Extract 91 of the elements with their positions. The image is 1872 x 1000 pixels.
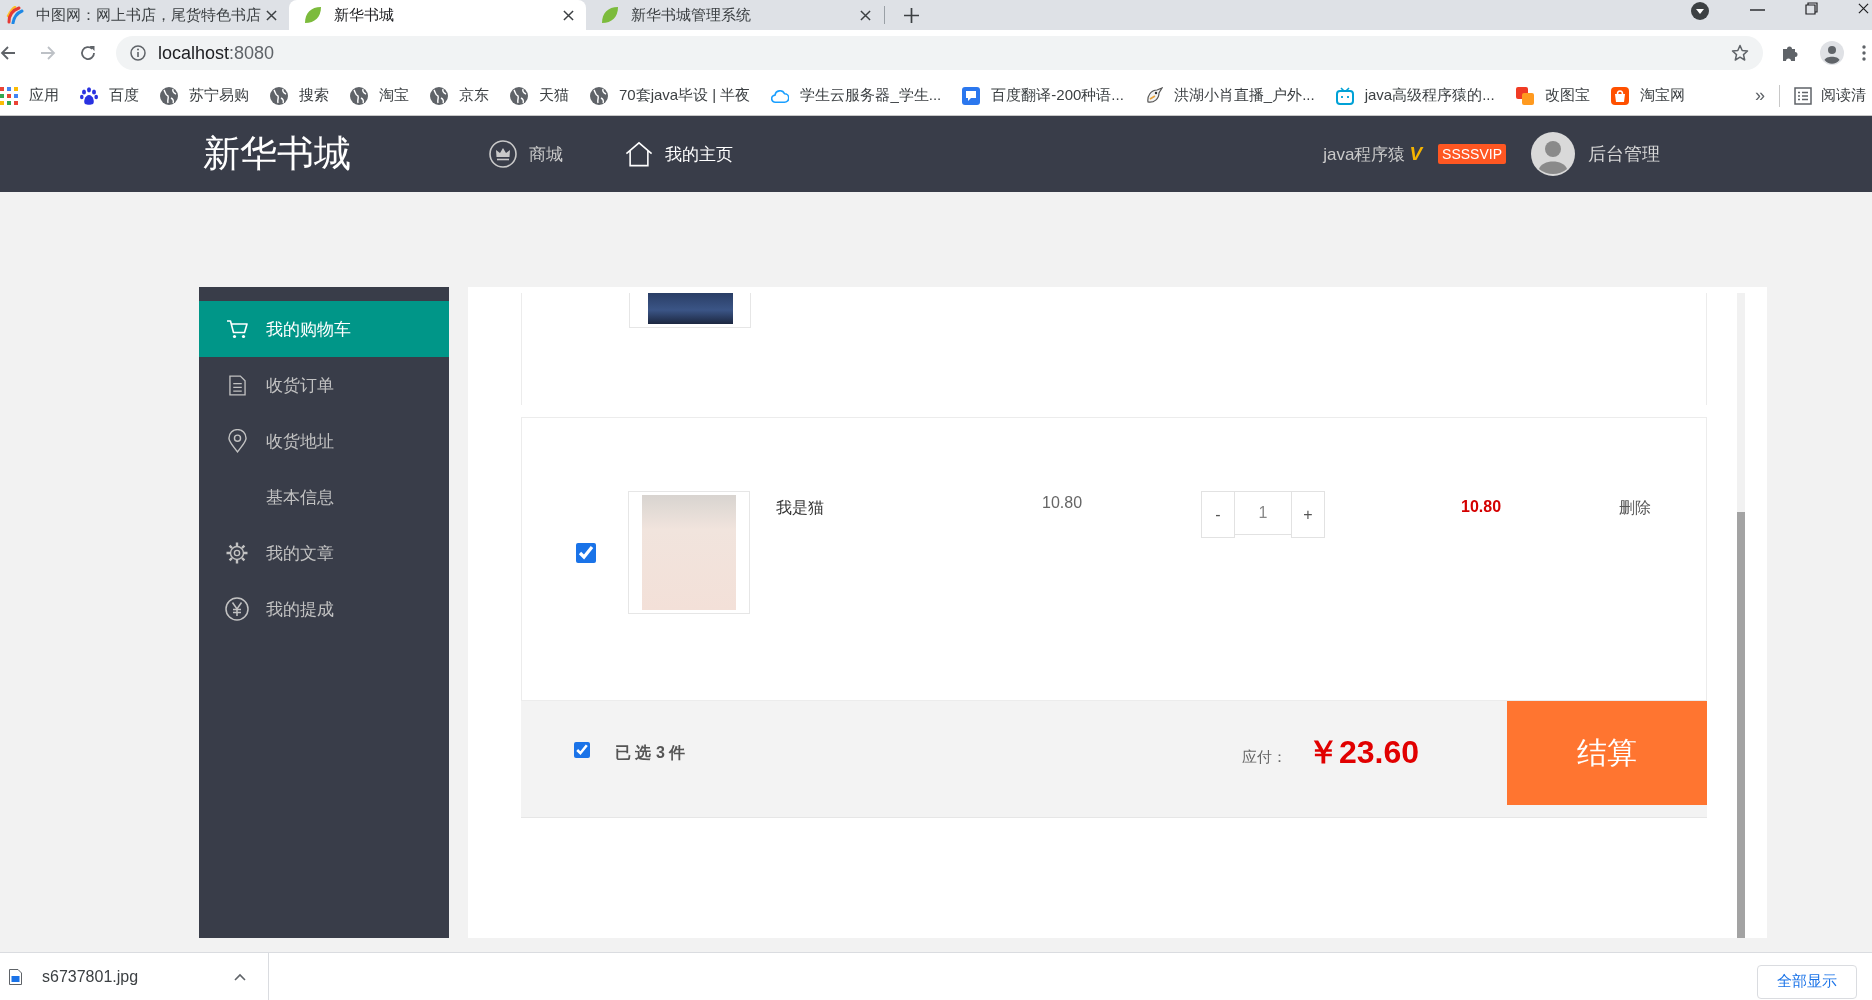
home-icon	[625, 140, 653, 168]
puzzle-icon[interactable]	[1782, 44, 1800, 62]
unit-price: 10.80	[1042, 493, 1084, 512]
sidebar-item[interactable]: 收货订单	[199, 357, 449, 413]
star-icon[interactable]	[1731, 44, 1749, 62]
product-title[interactable]: 我是猫	[776, 491, 1042, 519]
item-subtotal: 10.80	[1461, 497, 1503, 516]
apps-grid-icon	[0, 86, 18, 105]
leaf-icon	[601, 6, 619, 24]
browser-tab[interactable]: 新华书城管理系统	[586, 0, 883, 30]
delete-link[interactable]: 删除	[1619, 491, 1651, 519]
bookmark[interactable]: 苏宁易购	[160, 86, 249, 105]
nav-link[interactable]: 我的主页	[625, 140, 733, 168]
amount-due-label: 应付：	[1241, 746, 1287, 767]
bookmark[interactable]: 学生云服务器_学生...	[771, 86, 942, 105]
bookmark[interactable]: 应用	[0, 86, 59, 105]
browser-tab[interactable]: 新华书城	[289, 0, 586, 30]
selected-count: 已 选 3 件	[615, 742, 686, 763]
crown-icon	[489, 140, 517, 168]
document-icon	[228, 374, 246, 396]
vip-badge: SSSSVIP	[1438, 144, 1506, 164]
globe-icon	[350, 86, 368, 105]
swirl-logo-icon	[6, 6, 24, 24]
squares-icon	[1515, 86, 1534, 105]
address-bar[interactable]: localhost:8080	[116, 36, 1763, 70]
quantity-field[interactable]: 1	[1235, 491, 1291, 535]
cart-icon	[226, 319, 248, 339]
download-filename[interactable]: s6737801.jpg	[42, 967, 139, 986]
browser-tab[interactable]: 中图网：网上书店，尾货特色书店	[0, 0, 289, 30]
globe-icon	[160, 86, 178, 105]
profile-icon[interactable]	[1820, 41, 1844, 65]
sidebar-item[interactable]: 基本信息	[199, 469, 449, 525]
sidebar-item[interactable]: 我的购物车	[199, 301, 449, 357]
bookmark[interactable]: 改图宝	[1515, 86, 1590, 105]
globe-icon	[270, 86, 288, 105]
bookmark[interactable]: 淘宝	[350, 86, 409, 105]
globe-icon	[510, 86, 528, 105]
item-checkbox[interactable]	[576, 542, 596, 563]
bookmark[interactable]: 天猫	[510, 86, 569, 105]
bookmark[interactable]: 淘宝网	[1610, 86, 1685, 105]
url-text: localhost:8080	[158, 42, 275, 64]
gear-icon	[226, 542, 248, 564]
back-arrow-icon[interactable]	[0, 45, 16, 61]
sidebar-item[interactable]: 我的文章	[199, 525, 449, 581]
bird-icon	[1144, 86, 1163, 105]
tv-icon	[1335, 86, 1354, 105]
leaf-icon	[304, 6, 322, 24]
nav-link[interactable]: 商城	[489, 140, 563, 168]
bookmark[interactable]: 洪湖小肖直播_户外...	[1144, 86, 1315, 105]
bag-tile-icon	[1610, 86, 1629, 105]
site-logo[interactable]: 新华书城	[203, 129, 351, 179]
yen-coin-icon	[225, 597, 249, 621]
menu-icon[interactable]	[1862, 45, 1866, 61]
decrease-button[interactable]: -	[1201, 491, 1235, 538]
speech-tile-icon	[962, 86, 981, 105]
scrollbar-thumb[interactable]	[1737, 512, 1745, 938]
user-name: java程序猿	[1323, 143, 1406, 166]
show-all-button[interactable]: 全部显示	[1757, 964, 1857, 999]
bookmark[interactable]: 百度翻译-200种语...	[962, 86, 1124, 105]
reading-list-button[interactable]: 阅读清	[1794, 86, 1866, 105]
bookmark[interactable]: 70套java毕设 | 半夜	[590, 86, 751, 105]
location-pin-icon	[227, 429, 247, 453]
select-all-checkbox[interactable]	[574, 742, 590, 758]
info-icon[interactable]	[130, 45, 146, 61]
avatar-icon[interactable]	[1531, 132, 1575, 176]
sidebar-item[interactable]: 我的提成	[199, 581, 449, 637]
increase-button[interactable]: +	[1291, 491, 1325, 538]
caret-icon[interactable]	[234, 972, 247, 981]
bookmark[interactable]: 搜索	[270, 86, 329, 105]
image-file-icon	[9, 968, 22, 985]
vip-mark: V	[1409, 143, 1423, 165]
close-icon[interactable]	[1858, 3, 1869, 14]
tab-search-icon[interactable]	[1691, 2, 1709, 20]
scrollbar-track[interactable]	[1737, 293, 1745, 938]
total-price: ￥23.60	[1306, 733, 1419, 772]
bookmark[interactable]: 百度	[80, 86, 139, 105]
admin-link[interactable]: 后台管理	[1588, 142, 1660, 166]
overflow-chevron[interactable]: »	[1755, 85, 1765, 106]
paw-icon	[80, 86, 98, 105]
close-icon[interactable]	[860, 9, 871, 21]
close-icon[interactable]	[266, 9, 277, 21]
close-icon[interactable]	[563, 9, 574, 21]
bookmark[interactable]: 京东	[430, 86, 489, 105]
reload-icon[interactable]	[80, 45, 96, 61]
bookmark[interactable]: java高级程序猿的...	[1335, 86, 1495, 105]
globe-icon	[590, 86, 608, 105]
sidebar-item[interactable]: 收货地址	[199, 413, 449, 469]
globe-icon	[430, 86, 448, 105]
new-tab-icon[interactable]	[904, 7, 919, 23]
restore-icon[interactable]	[1805, 2, 1818, 15]
list-icon	[1794, 86, 1812, 105]
